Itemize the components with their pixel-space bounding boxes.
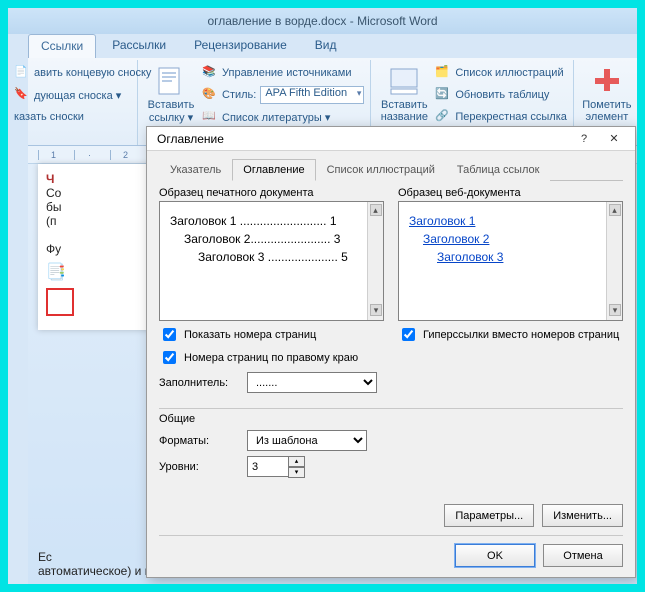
mark-entry-icon: [591, 65, 623, 97]
ribbon-tabstrip: Ссылки Рассылки Рецензирование Вид: [8, 34, 637, 58]
toc-icon: 📑: [46, 262, 150, 282]
cross-reference-button[interactable]: 🔗Перекрестная ссылка: [435, 106, 567, 128]
web-link-2[interactable]: Заголовок 2: [423, 232, 489, 246]
tab-leader-select[interactable]: .......: [247, 372, 377, 393]
web-preview-label: Образец веб-документа: [398, 187, 623, 199]
levels-spinner[interactable]: ▴▾: [247, 456, 305, 478]
show-page-numbers-checkbox[interactable]: Показать номера страниц: [159, 325, 384, 344]
web-preview-box: Заголовок 1 Заголовок 2 Заголовок 3 ▴▾: [398, 201, 623, 321]
tab-index[interactable]: Указатель: [159, 159, 232, 181]
insert-citation-button[interactable]: Вставить ссылку ▾: [144, 62, 198, 128]
update-table-button[interactable]: 🔄Обновить таблицу: [435, 84, 567, 106]
citation-icon: [155, 65, 187, 97]
print-preview-label: Образец печатного документа: [159, 187, 384, 199]
scroll-up-icon[interactable]: ▴: [609, 204, 621, 216]
ribbon-tab-view[interactable]: Вид: [303, 34, 349, 58]
document-area: Ч Собы(п Фу 📑: [38, 164, 158, 330]
general-label: Общие: [159, 413, 623, 425]
leader-label: Заполнитель:: [159, 377, 239, 389]
scroll-up-icon[interactable]: ▴: [370, 204, 382, 216]
selection-marker: [46, 288, 74, 316]
tab-authorities[interactable]: Таблица ссылок: [446, 159, 551, 181]
manage-sources-button[interactable]: 📚Управление источниками: [202, 62, 364, 84]
crossref-icon: 🔗: [435, 109, 451, 125]
refresh-icon: 🔄: [435, 87, 451, 103]
print-preview-box: Заголовок 1 .......................... 1…: [159, 201, 384, 321]
insert-endnote-button[interactable]: 📄авить концевую сноску: [14, 62, 131, 84]
citation-style-combo[interactable]: APA Fifth Edition: [260, 86, 364, 104]
scroll-down-icon[interactable]: ▾: [370, 304, 382, 316]
web-link-3[interactable]: Заголовок 3: [437, 250, 503, 264]
web-link-1[interactable]: Заголовок 1: [409, 214, 475, 228]
cancel-button[interactable]: Отмена: [543, 544, 623, 567]
table-of-figures-button[interactable]: 🗂️Список иллюстраций: [435, 62, 567, 84]
spin-up-icon[interactable]: ▴: [288, 456, 305, 467]
preview-scrollbar-web[interactable]: ▴▾: [606, 202, 622, 320]
doc-heading: Ч: [46, 172, 150, 186]
sources-icon: 📚: [202, 65, 218, 81]
ok-button[interactable]: OK: [455, 544, 535, 567]
formats-label: Форматы:: [159, 435, 239, 447]
bibliography-button[interactable]: 📖Список литературы ▾: [202, 106, 364, 128]
dialog-titlebar[interactable]: Оглавление ? ✕: [147, 127, 635, 151]
endnote-icon: 📄: [14, 65, 30, 81]
citation-style-row: 🎨 Стиль: APA Fifth Edition: [202, 84, 364, 106]
dialog-tabset: Указатель Оглавление Список иллюстраций …: [159, 159, 623, 181]
hyperlinks-checkbox[interactable]: Гиперссылки вместо номеров страниц: [398, 325, 623, 344]
footnote-nav-icon: 🔖: [14, 87, 30, 103]
preview-scrollbar[interactable]: ▴▾: [367, 202, 383, 320]
style-icon: 🎨: [202, 87, 218, 103]
close-icon: ✕: [609, 132, 618, 145]
scroll-down-icon[interactable]: ▾: [609, 304, 621, 316]
ribbon-tab-links[interactable]: Ссылки: [28, 34, 96, 58]
levels-input[interactable]: [247, 456, 289, 477]
caption-icon: [388, 65, 420, 97]
ribbon-tab-mailings[interactable]: Рассылки: [100, 34, 178, 58]
insert-caption-button[interactable]: Вставить название: [377, 62, 431, 128]
tab-toc[interactable]: Оглавление: [232, 159, 315, 181]
mark-entry-button[interactable]: Пометить элемент: [580, 62, 634, 126]
formats-select[interactable]: Из шаблона: [247, 430, 367, 451]
figures-list-icon: 🗂️: [435, 65, 451, 81]
help-button[interactable]: ?: [569, 129, 599, 149]
levels-label: Уровни:: [159, 461, 239, 473]
right-align-checkbox[interactable]: Номера страниц по правому краю: [159, 348, 384, 367]
options-button[interactable]: Параметры...: [444, 504, 534, 527]
dialog-title: Оглавление: [157, 132, 569, 146]
ribbon-tab-review[interactable]: Рецензирование: [182, 34, 299, 58]
app-titlebar: оглавление в ворде.docx - Microsoft Word: [8, 8, 637, 34]
show-notes-button[interactable]: казать сноски: [14, 106, 131, 128]
bibliography-icon: 📖: [202, 109, 218, 125]
next-footnote-button[interactable]: 🔖дующая сноска ▾: [14, 84, 131, 106]
spin-down-icon[interactable]: ▾: [288, 467, 305, 478]
toc-dialog: Оглавление ? ✕ Указатель Оглавление Спис…: [146, 126, 636, 578]
modify-button[interactable]: Изменить...: [542, 504, 623, 527]
tab-figures[interactable]: Список иллюстраций: [316, 159, 446, 181]
close-button[interactable]: ✕: [599, 129, 629, 149]
